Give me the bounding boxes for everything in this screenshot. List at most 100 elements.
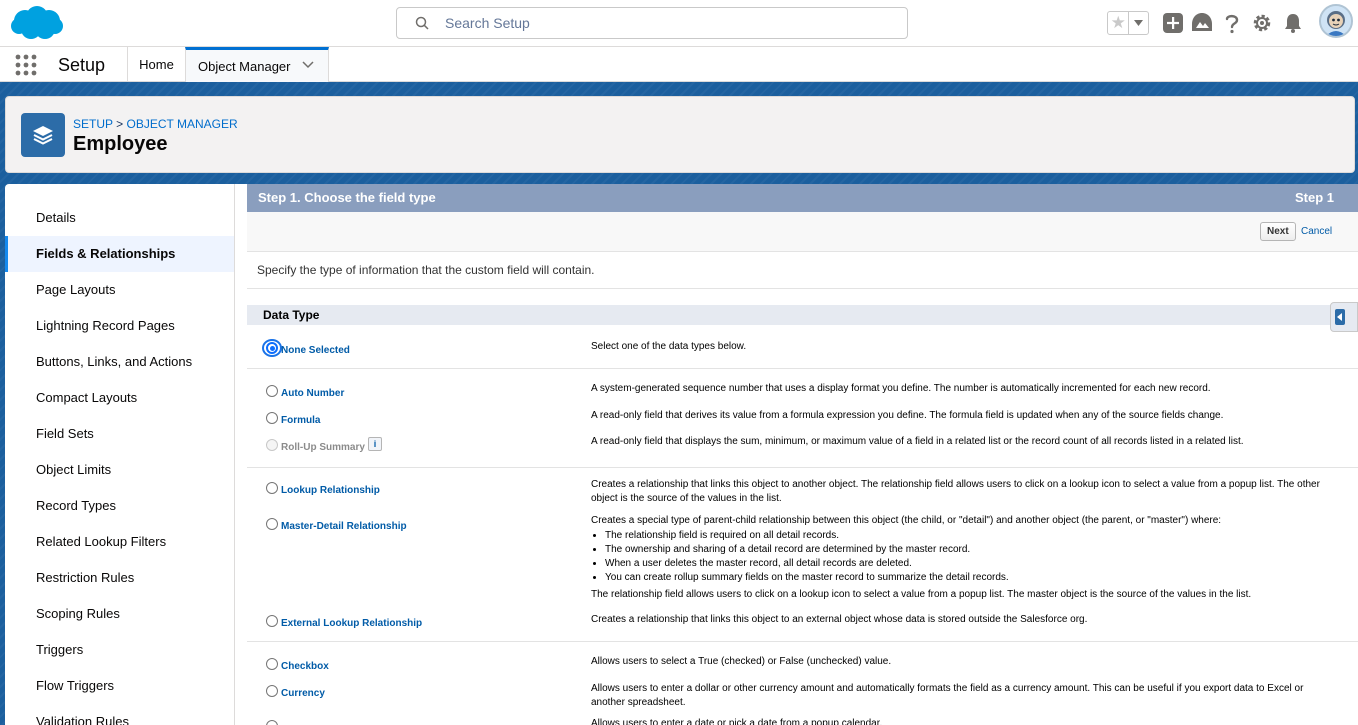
label-master-detail[interactable]: Master-Detail Relationship	[281, 521, 407, 532]
collapse-arrow-icon	[1335, 309, 1345, 325]
left-nav-validation-rules[interactable]: Validation Rules	[5, 704, 234, 725]
chevron-down-icon[interactable]	[302, 61, 314, 69]
divider	[247, 368, 1358, 369]
astro-avatar-icon	[1321, 6, 1351, 36]
desc-external-lookup: Creates a relationship that links this o…	[591, 614, 1088, 625]
left-nav-scoping-rules[interactable]: Scoping Rules	[5, 596, 234, 632]
left-nav-details[interactable]: Details	[5, 200, 234, 236]
data-type-section-header: Data Type	[247, 305, 1358, 325]
radio-date[interactable]	[266, 720, 278, 725]
user-avatar[interactable]	[1319, 4, 1353, 38]
desc-none-selected: Select one of the data types below.	[591, 341, 747, 352]
instruction-text: Specify the type of information that the…	[257, 263, 595, 277]
list-item: The ownership and sharing of a detail re…	[605, 543, 1331, 557]
left-nav-restriction-rules[interactable]: Restriction Rules	[5, 560, 234, 596]
desc-master-detail: Creates a special type of parent-child r…	[591, 514, 1331, 602]
trailhead-guidance-icon[interactable]	[1191, 12, 1213, 34]
label-checkbox[interactable]: Checkbox	[281, 661, 329, 672]
step-label: Step 1	[1294, 190, 1334, 205]
left-nav-buttons-links-actions[interactable]: Buttons, Links, and Actions	[5, 344, 234, 380]
radio-checkbox[interactable]	[266, 658, 278, 670]
radio-master-detail[interactable]	[266, 518, 278, 530]
left-nav-related-lookup-filters[interactable]: Related Lookup Filters	[5, 524, 234, 560]
desc-master-detail-after: The relationship field allows users to c…	[591, 589, 1252, 600]
left-nav-record-types[interactable]: Record Types	[5, 488, 234, 524]
global-header: ★	[0, 0, 1358, 47]
object-left-nav: Details Fields & Relationships Page Layo…	[5, 184, 235, 725]
divider	[247, 641, 1358, 642]
radio-auto-number[interactable]	[266, 385, 278, 397]
desc-currency: Allows users to enter a dollar or other …	[591, 683, 1304, 708]
search-input[interactable]	[445, 13, 885, 33]
radio-external-lookup[interactable]	[266, 615, 278, 627]
label-rollup-summary: Roll-Up Summary	[281, 442, 365, 453]
radio-formula[interactable]	[266, 412, 278, 424]
breadcrumb-object-manager-link[interactable]: OBJECT MANAGER	[127, 117, 238, 131]
app-name: Setup	[58, 55, 106, 75]
radio-none-selected[interactable]	[266, 342, 278, 354]
notifications-bell-icon[interactable]	[1282, 12, 1304, 34]
page-header: SETUP > OBJECT MANAGER Employee	[5, 96, 1355, 173]
radio-rollup-summary	[266, 439, 278, 451]
desc-formula: A read-only field that derives its value…	[591, 410, 1224, 421]
list-item: You can create rollup summary fields on …	[605, 571, 1331, 585]
breadcrumb-setup-link[interactable]: SETUP	[73, 117, 113, 131]
side-panel-toggle[interactable]	[1330, 302, 1358, 332]
favorites-dropdown[interactable]	[1129, 12, 1148, 34]
label-external-lookup[interactable]: External Lookup Relationship	[281, 618, 422, 629]
label-lookup-relationship[interactable]: Lookup Relationship	[281, 485, 380, 496]
label-currency[interactable]: Currency	[281, 688, 325, 699]
divider	[247, 288, 1358, 289]
salesforce-logo[interactable]	[8, 4, 64, 42]
info-icon[interactable]: i	[368, 437, 382, 451]
wizard-panel: Step 1. Choose the field type Step 1 Nex…	[247, 184, 1358, 725]
cancel-link[interactable]: Cancel	[1301, 226, 1332, 237]
radio-currency[interactable]	[266, 685, 278, 697]
left-nav-page-layouts[interactable]: Page Layouts	[5, 272, 234, 308]
page-title: Employee	[73, 133, 168, 155]
desc-checkbox: Allows users to select a True (checked) …	[591, 656, 892, 667]
list-item: The relationship field is required on al…	[605, 529, 1331, 543]
list-item: When a user deletes the master record, a…	[605, 557, 1331, 571]
search-icon	[415, 16, 429, 30]
left-nav-object-limits[interactable]: Object Limits	[5, 452, 234, 488]
next-button[interactable]: Next	[1260, 222, 1296, 241]
left-nav-triggers[interactable]: Triggers	[5, 632, 234, 668]
object-layers-icon	[21, 113, 65, 157]
breadcrumb: SETUP > OBJECT MANAGER	[73, 117, 238, 131]
favorites-star-icon[interactable]: ★	[1108, 12, 1130, 34]
setup-gear-icon[interactable]	[1251, 12, 1273, 34]
divider	[247, 467, 1358, 468]
app-launcher-icon[interactable]	[15, 54, 37, 76]
button-row: Next Cancel	[247, 212, 1358, 252]
radio-lookup-relationship[interactable]	[266, 482, 278, 494]
desc-lookup-relationship: Creates a relationship that links this o…	[591, 479, 1320, 504]
left-nav-flow-triggers[interactable]: Flow Triggers	[5, 668, 234, 704]
left-nav-compact-layouts[interactable]: Compact Layouts	[5, 380, 234, 416]
caret-down-icon	[1134, 20, 1144, 26]
label-auto-number[interactable]: Auto Number	[281, 388, 344, 399]
favorites-group: ★	[1107, 11, 1149, 35]
desc-date: Allows users to enter a date or pick a d…	[591, 718, 883, 725]
global-actions-add-icon[interactable]	[1162, 12, 1184, 34]
left-nav-lightning-record-pages[interactable]: Lightning Record Pages	[5, 308, 234, 344]
label-formula[interactable]: Formula	[281, 415, 320, 426]
tab-object-manager[interactable]: Object Manager	[185, 47, 329, 82]
left-nav-field-sets[interactable]: Field Sets	[5, 416, 234, 452]
desc-master-detail-intro: Creates a special type of parent-child r…	[591, 515, 1222, 526]
tab-home[interactable]: Home	[127, 47, 185, 82]
step-title: Step 1. Choose the field type	[258, 190, 436, 205]
label-none-selected[interactable]: None Selected	[281, 345, 350, 356]
search-box[interactable]	[396, 7, 908, 39]
left-nav-fields-relationships[interactable]: Fields & Relationships	[5, 236, 234, 272]
step-bar: Step 1. Choose the field type Step 1	[247, 184, 1358, 212]
master-detail-bullets: The relationship field is required on al…	[605, 529, 1331, 585]
desc-auto-number: A system-generated sequence number that …	[591, 383, 1211, 394]
content-area: Details Fields & Relationships Page Layo…	[5, 184, 1358, 725]
help-icon[interactable]	[1221, 12, 1243, 34]
nav-bar: Setup Home Object Manager	[0, 47, 1358, 82]
tab-object-manager-label: Object Manager	[198, 58, 291, 74]
breadcrumb-separator: >	[116, 117, 124, 131]
desc-rollup-summary: A read-only field that displays the sum,…	[591, 436, 1244, 447]
tab-home-label: Home	[139, 57, 174, 72]
